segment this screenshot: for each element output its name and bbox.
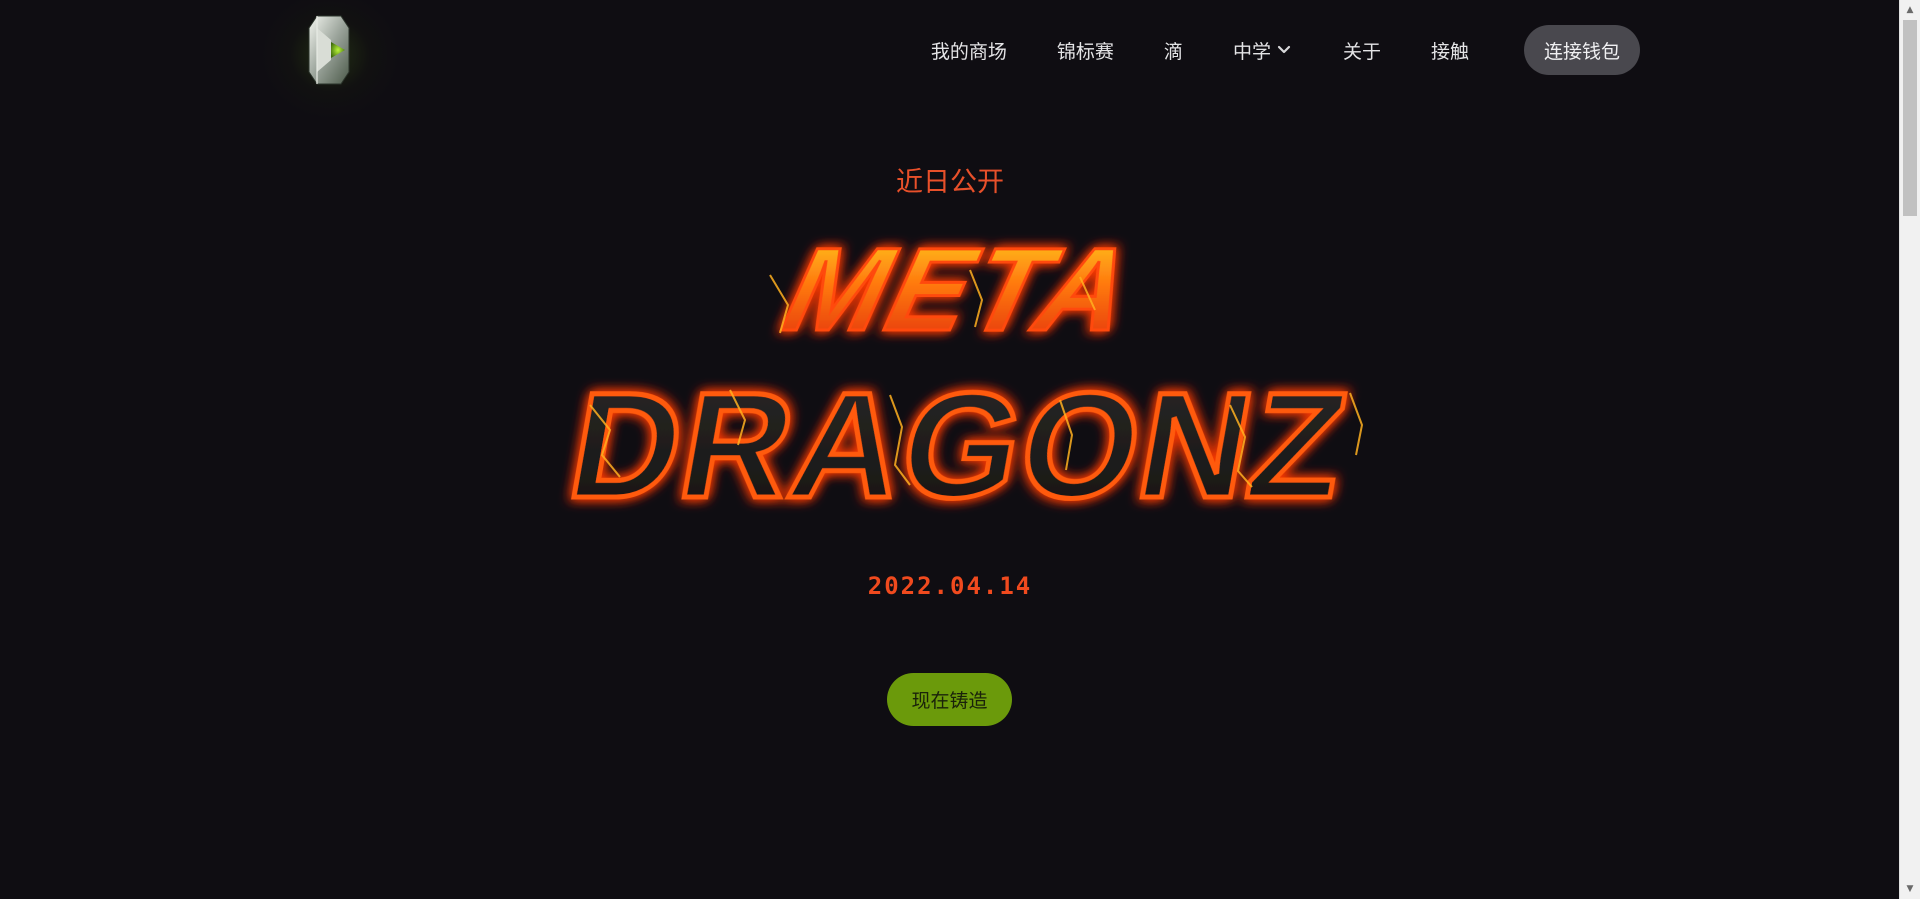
nav-item-drop[interactable]: 滴	[1164, 37, 1183, 64]
mint-now-button[interactable]: 现在铸造	[887, 673, 1012, 726]
nav-item-tournament[interactable]: 锦标赛	[1057, 37, 1114, 64]
meta-dragonz-wordmark: META DRAGONZ	[556, 223, 1364, 532]
title-line-dragonz: DRAGONZ	[558, 362, 1360, 530]
nav-item-label: 我的商场	[930, 40, 1007, 63]
scroll-down-arrow-icon[interactable]: ▼	[1900, 879, 1920, 899]
connect-wallet-button[interactable]: 连接钱包	[1523, 25, 1640, 75]
nav-item-label: 关于	[1342, 40, 1381, 63]
title-line-meta: META	[773, 225, 1147, 356]
nav-item-my-marketplace[interactable]: 我的商场	[931, 37, 1007, 64]
nav-item-label: 锦标赛	[1056, 40, 1114, 63]
vertical-scrollbar[interactable]: ▲ ▼	[1899, 0, 1920, 899]
nav-item-label: 滴	[1163, 40, 1183, 63]
nav-item-contact[interactable]: 接触	[1431, 37, 1469, 64]
nav-item-label: 中学	[1232, 40, 1271, 63]
coming-soon-label: 近日公开	[896, 167, 1004, 198]
nav-item-label: 接触	[1430, 40, 1469, 63]
scrollbar-thumb[interactable]	[1903, 20, 1917, 216]
chevron-down-icon	[1277, 45, 1291, 54]
gem-logo-icon	[308, 15, 350, 85]
main-nav: 我的商场 锦标赛 滴 中学 关于 接触 连接钱包	[931, 25, 1640, 75]
nav-item-middle-school-dropdown[interactable]: 中学	[1233, 37, 1293, 64]
scroll-up-arrow-icon[interactable]: ▲	[1900, 0, 1920, 20]
hero-title-logo: META DRAGONZ	[470, 215, 1430, 565]
site-logo[interactable]	[305, 12, 355, 88]
release-date: 2022.04.14	[867, 572, 1033, 600]
nav-item-about[interactable]: 关于	[1343, 37, 1381, 64]
page: 我的商场 锦标赛 滴 中学 关于 接触 连接钱包 近日公开 META DRAGO…	[0, 0, 1920, 899]
